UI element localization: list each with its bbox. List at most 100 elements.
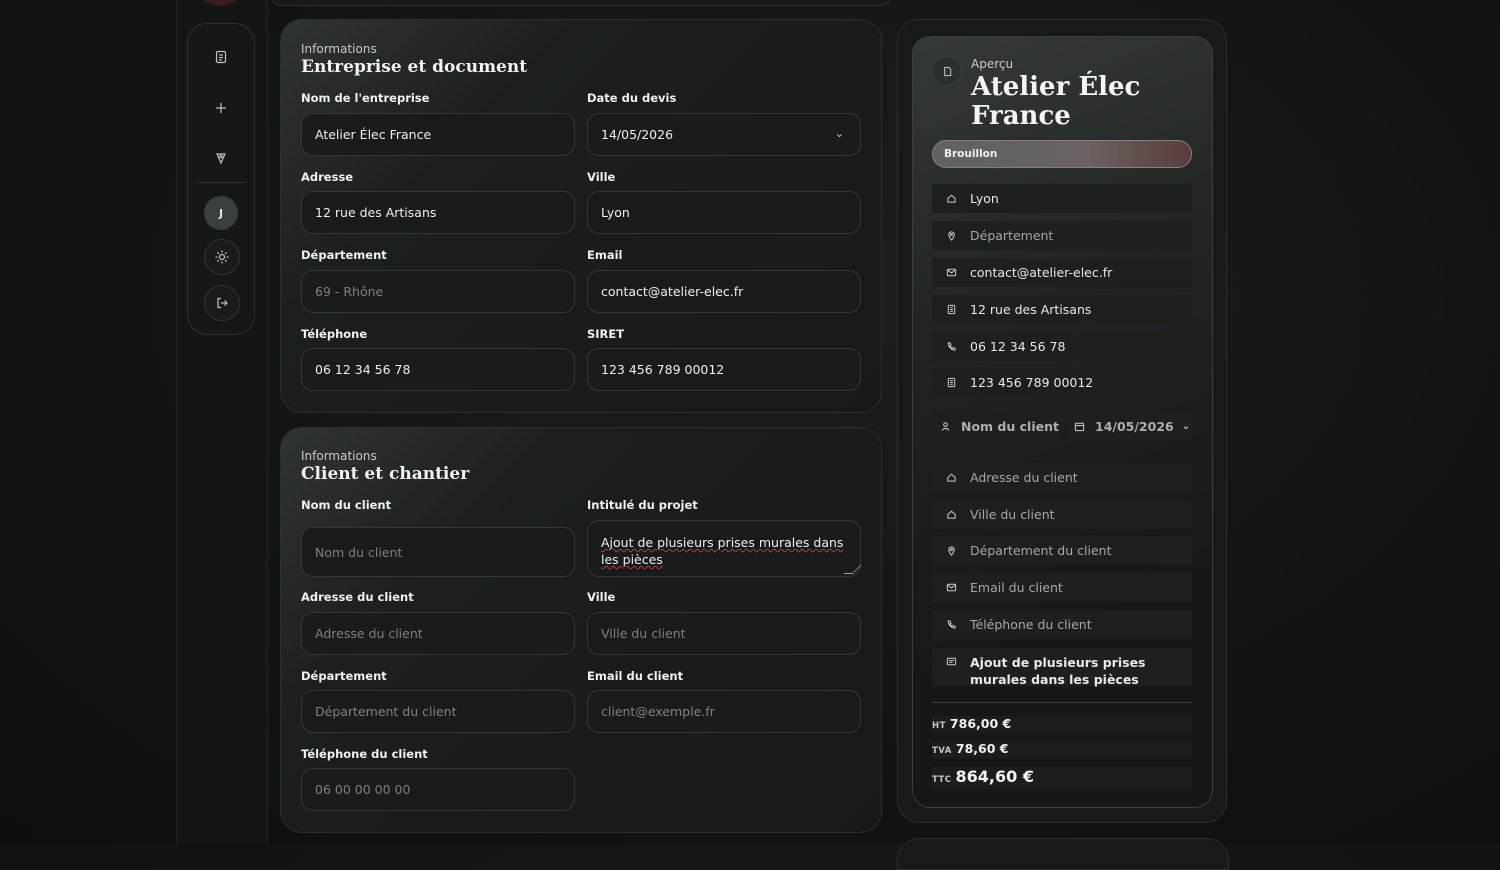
address-label: Adresse: [301, 170, 354, 184]
client-department-input[interactable]: Département du client: [301, 690, 575, 733]
sun-icon[interactable]: [204, 239, 240, 275]
phone-icon: [932, 619, 970, 630]
client-email-label: Email du client: [587, 669, 684, 683]
building-icon: [932, 304, 970, 315]
preview-city-row: Lyon: [932, 184, 1192, 213]
file-icon: [932, 56, 962, 86]
preview-client-email: Email du client: [970, 580, 1063, 595]
total-tva-label: TVA: [932, 746, 952, 756]
preview-client-city-row: Ville du client: [932, 500, 1192, 529]
preview-siret: 123 456 789 00012: [970, 375, 1094, 390]
project-title-label: Intitulé du projet: [587, 498, 698, 512]
preview-email: contact@atelier-elec.fr: [970, 265, 1113, 280]
pin-icon[interactable]: [204, 141, 238, 175]
department-label: Département: [301, 248, 387, 262]
client-phone-label: Téléphone du client: [301, 747, 428, 761]
client-title: Client et chantier: [301, 464, 470, 484]
company-card: Informations Entreprise et document Nom …: [280, 19, 882, 413]
mail-icon: [932, 267, 970, 278]
total-ht-row: HT 786,00 €: [932, 716, 1192, 733]
client-kicker: Informations: [301, 449, 377, 463]
preview-city: Lyon: [970, 191, 999, 206]
company-kicker: Informations: [301, 42, 377, 56]
plus-icon[interactable]: [204, 91, 238, 125]
preview-department-row: Département: [932, 221, 1192, 250]
total-ttc-label: TTC: [932, 775, 952, 785]
preview-client-name: Nom du client: [961, 418, 1059, 434]
client-address-label: Adresse du client: [301, 590, 414, 604]
preview-siret-row: 123 456 789 00012: [932, 368, 1192, 397]
chevron-down-icon: ⌄: [834, 127, 844, 140]
preview-address: 12 rue des Artisans: [970, 302, 1092, 317]
home-icon: [932, 472, 970, 483]
preview-client-address: Adresse du client: [970, 470, 1078, 485]
preview-kicker: Aperçu: [971, 57, 1014, 71]
client-name-input[interactable]: Nom du client: [301, 527, 575, 577]
client-card: Informations Client et chantier Nom du c…: [280, 427, 882, 833]
logout-icon[interactable]: [204, 285, 240, 321]
preview-client-phone: Téléphone du client: [970, 617, 1092, 632]
document-icon[interactable]: [204, 40, 238, 74]
preview-client-department: Département du client: [970, 543, 1112, 558]
preview-address-row: 12 rue des Artisans: [932, 295, 1192, 324]
home-icon: [932, 193, 970, 204]
address-input[interactable]: 12 rue des Artisans: [301, 191, 575, 234]
location-pin-icon: [932, 545, 970, 556]
total-ttc-value: 864,60 €: [955, 767, 1034, 786]
client-name-label: Nom du client: [301, 498, 392, 512]
user-icon: [941, 421, 950, 431]
preview-title: Atelier Élec France: [971, 72, 1141, 131]
project-title-value: Ajout de plusieurs prises murales dans l…: [601, 535, 844, 567]
totals-divider: [932, 702, 1192, 703]
total-ht-label: HT: [932, 721, 946, 731]
preview-client-address-row: Adresse du client: [932, 463, 1192, 492]
mail-icon: [932, 582, 970, 593]
sidebar-rail: J: [187, 23, 255, 335]
preview-client-email-row: Email du client: [932, 573, 1192, 602]
total-ht-value: 786,00 €: [949, 716, 1012, 731]
status-badge: Brouillon: [932, 140, 1192, 168]
preview-client-phone-row: Téléphone du client: [932, 610, 1192, 639]
client-city-input[interactable]: Ville du client: [587, 612, 861, 655]
company-title: Entreprise et document: [301, 57, 528, 77]
phone-icon: [932, 341, 970, 352]
sidebar-divider: [196, 182, 246, 183]
client-address-input[interactable]: Adresse du client: [301, 612, 575, 655]
department-input[interactable]: 69 - Rhône: [301, 270, 575, 313]
preview-department: Département: [970, 228, 1054, 243]
quote-date-value: 14/05/2026: [601, 127, 674, 142]
preview-client-chip: Nom du client: [932, 412, 1059, 440]
preview-client-department-row: Département du client: [932, 536, 1192, 565]
preview-project-row: Ajout de plusieurs prises murales dans l…: [932, 648, 1192, 687]
message-icon: [932, 654, 970, 667]
company-name-input[interactable]: Atelier Élec France: [301, 113, 575, 156]
preview-client-city: Ville du client: [970, 507, 1055, 522]
avatar[interactable]: J: [204, 196, 238, 230]
client-phone-input[interactable]: 06 00 00 00 00: [301, 768, 575, 811]
preview-date: 14/05/2026: [1095, 418, 1174, 434]
email-input[interactable]: contact@atelier-elec.fr: [587, 270, 861, 313]
city-input[interactable]: Lyon: [587, 191, 861, 234]
preview-phone: 06 12 34 56 78: [970, 339, 1066, 354]
preview-phone-row: 06 12 34 56 78: [932, 332, 1192, 361]
phone-input[interactable]: 06 12 34 56 78: [301, 348, 575, 391]
preview-project: Ajout de plusieurs prises murales dans l…: [970, 655, 1146, 687]
previous-card-edge: [270, 0, 892, 6]
client-city-label: Ville: [587, 590, 616, 604]
quote-date-select[interactable]: 14/05/2026 ⌄: [587, 113, 861, 156]
project-title-textarea[interactable]: Ajout de plusieurs prises murales dans l…: [587, 520, 862, 577]
client-email-input[interactable]: client@exemple.fr: [587, 690, 861, 733]
home-icon: [932, 509, 970, 520]
total-tva-value: 78,60 €: [955, 741, 1009, 756]
city-label: Ville: [587, 170, 616, 184]
next-panel-edge: [897, 838, 1229, 870]
email-label: Email: [587, 248, 623, 262]
client-department-label: Département: [301, 669, 387, 683]
siret-input[interactable]: 123 456 789 00012: [587, 348, 861, 391]
chevron-down-icon: ⌄: [1181, 420, 1191, 432]
calendar-icon: [1074, 422, 1085, 431]
preview-email-row: contact@atelier-elec.fr: [932, 258, 1192, 287]
total-tva-row: TVA 78,60 €: [932, 741, 1192, 758]
avatar-initial: J: [218, 206, 224, 220]
preview-date-chip[interactable]: 14/05/2026 ⌄: [1066, 412, 1193, 440]
